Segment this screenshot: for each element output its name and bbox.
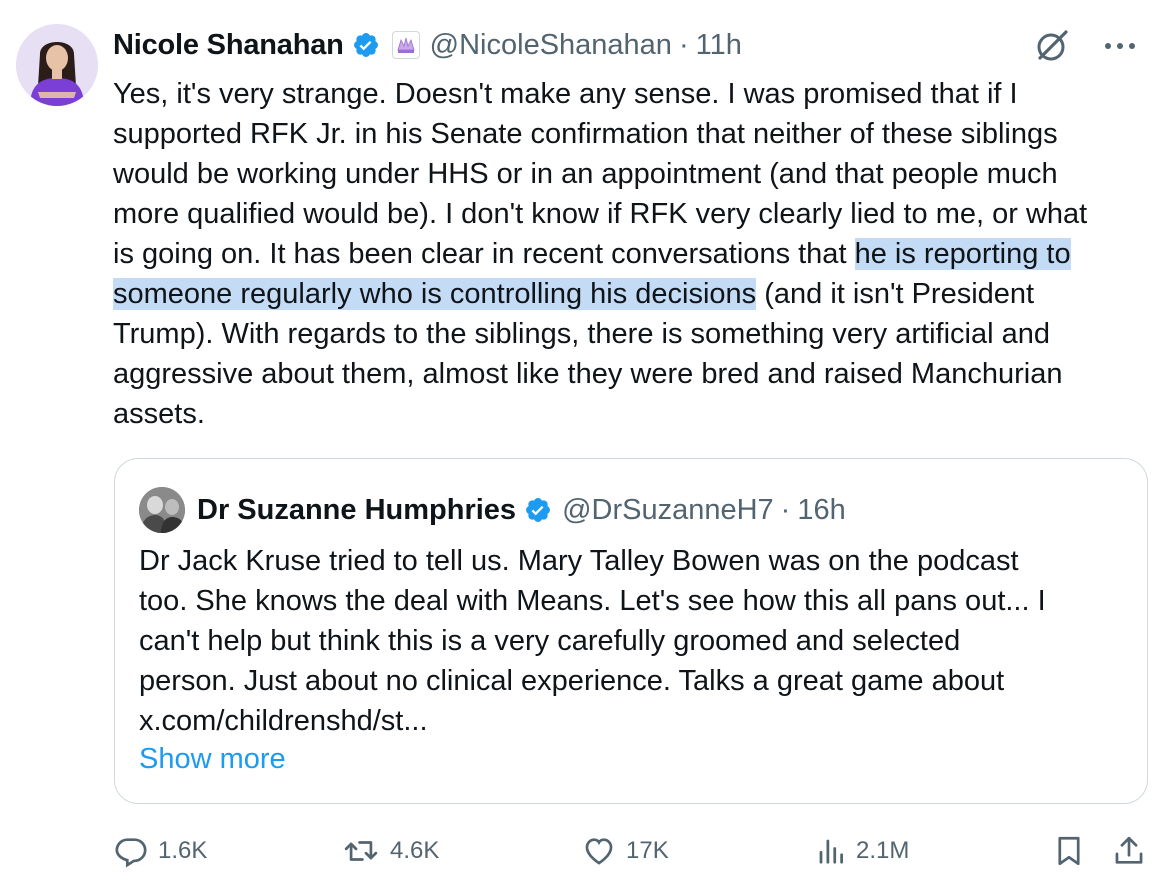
timestamp[interactable]: 11h: [696, 29, 742, 62]
verified-badge-icon[interactable]: [524, 496, 552, 524]
bookmark-button[interactable]: [1052, 828, 1086, 874]
share-button[interactable]: [1112, 828, 1146, 874]
bookmark-icon: [1052, 834, 1086, 868]
views-count: 2.1M: [856, 837, 910, 864]
quoted-author-handle[interactable]: @DrSuzanneH7: [562, 494, 774, 527]
share-icon: [1112, 834, 1146, 868]
quoted-tweet-text: Dr Jack Kruse tried to tell us. Mary Tal…: [139, 545, 1046, 737]
quoted-author-name[interactable]: Dr Suzanne Humphries: [197, 494, 516, 527]
tweet-text: Yes, it's very strange. Doesn't make any…: [113, 74, 1153, 434]
separator-dot: ·: [780, 493, 791, 526]
show-more-link[interactable]: Show more: [139, 739, 286, 779]
author-name[interactable]: Nicole Shanahan: [113, 29, 344, 62]
more-options-icon[interactable]: [1100, 30, 1140, 62]
tweet-header: Nicole Shanahan @NicoleShanahan · 11h: [113, 22, 1176, 68]
views-button[interactable]: 2.1M: [816, 828, 909, 874]
repost-button[interactable]: 4.6K: [342, 828, 439, 874]
reply-count: 1.6K: [158, 837, 208, 864]
like-icon: [582, 834, 616, 868]
tweet: Nicole Shanahan @NicoleShanahan · 11h Ye…: [0, 0, 1176, 888]
author-avatar[interactable]: [16, 24, 98, 106]
action-bar: 1.6K 4.6K 17K 2.1M: [0, 828, 1176, 874]
quote-header: Dr Suzanne Humphries @DrSuzanneH7 · 16h: [197, 487, 846, 533]
reply-icon: [114, 834, 148, 868]
quoted-timestamp[interactable]: 16h: [797, 494, 845, 527]
affiliate-badge-icon[interactable]: [391, 31, 420, 59]
quoted-author-avatar[interactable]: [139, 487, 185, 533]
views-icon: [816, 836, 846, 866]
separator-dot: ·: [678, 28, 689, 61]
grok-icon[interactable]: [1034, 28, 1070, 64]
reply-button[interactable]: 1.6K: [114, 828, 207, 874]
like-count: 17K: [626, 837, 669, 864]
author-handle[interactable]: @NicoleShanahan: [430, 29, 672, 62]
repost-icon: [342, 834, 380, 868]
like-button[interactable]: 17K: [582, 828, 669, 874]
quote-tweet-card[interactable]: Dr Suzanne Humphries @DrSuzanneH7 · 16h …: [114, 458, 1148, 804]
repost-count: 4.6K: [390, 837, 440, 864]
verified-badge-icon[interactable]: [352, 31, 380, 59]
